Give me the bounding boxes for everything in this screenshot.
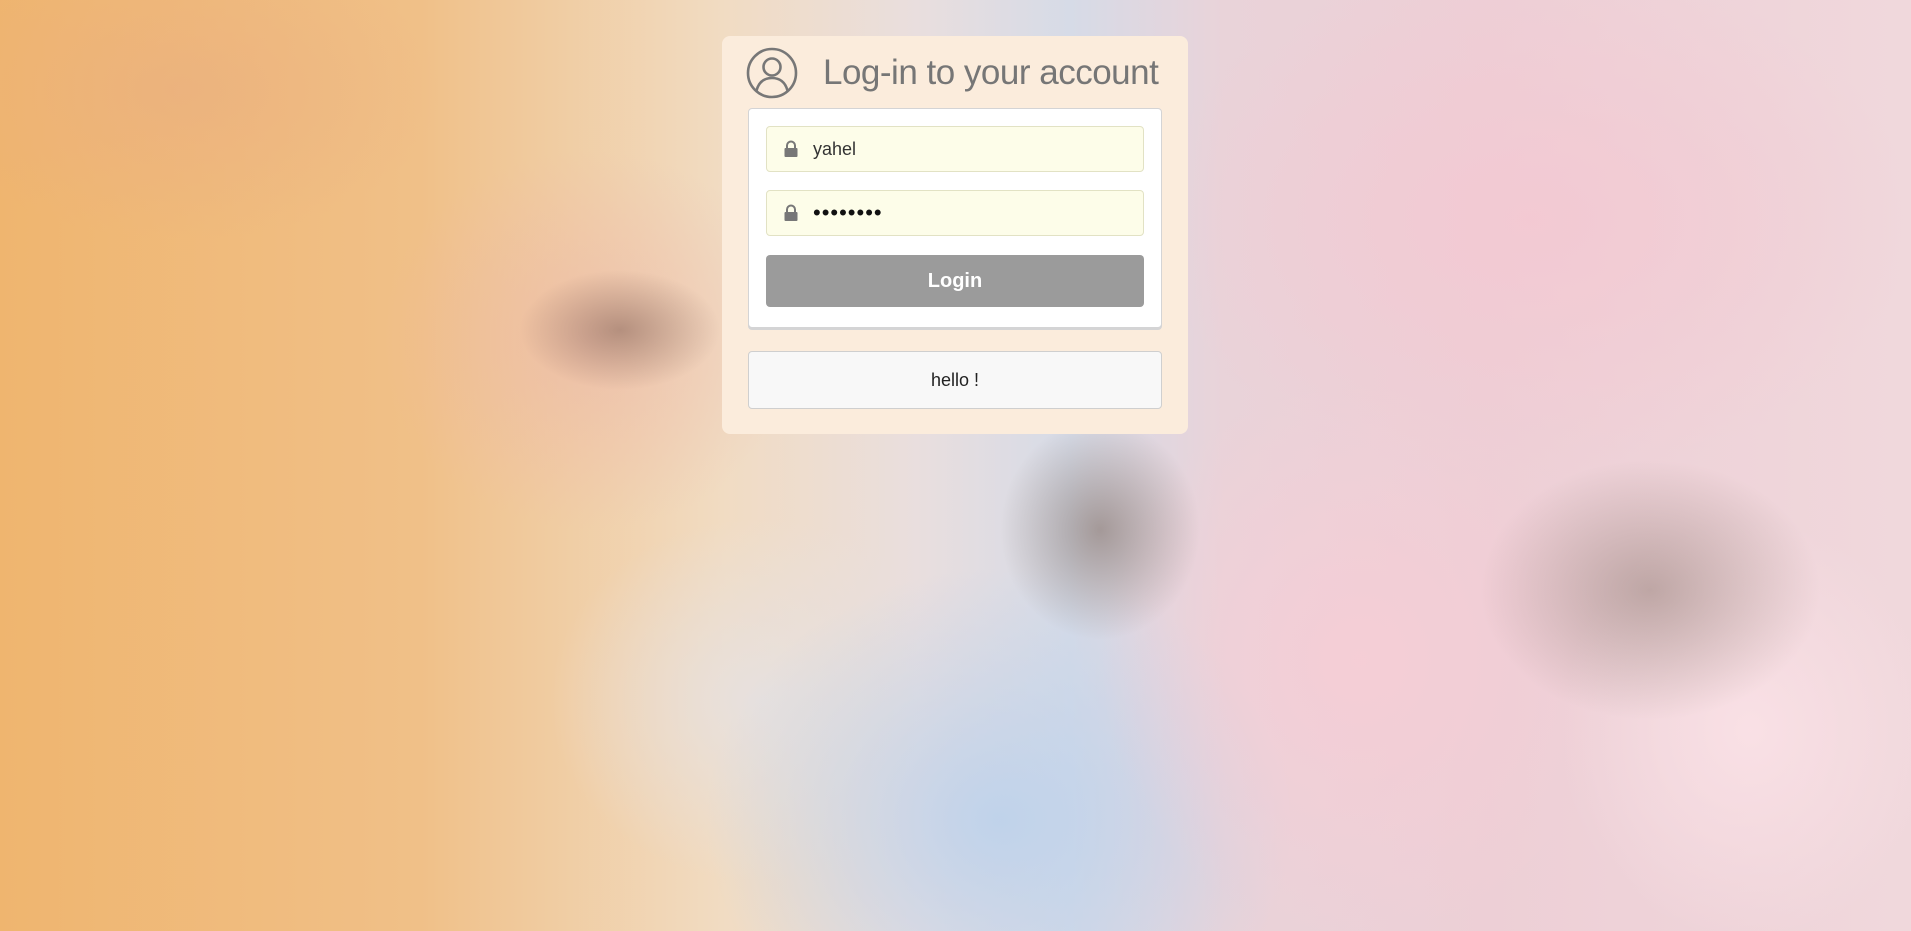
lock-icon [784, 140, 798, 157]
username-field[interactable]: yahel [766, 126, 1144, 172]
login-header: Log-in to your account [746, 46, 1166, 100]
login-button[interactable]: Login [766, 255, 1144, 307]
tree-branch [520, 270, 720, 390]
password-value: •••••••• [813, 200, 883, 225]
login-card: Log-in to your account yahel •••••••• Lo… [722, 36, 1188, 434]
page-title: Log-in to your account [823, 53, 1159, 92]
lock-icon [784, 204, 798, 221]
blossom-cluster [0, 0, 440, 240]
password-field[interactable]: •••••••• [766, 190, 1144, 236]
user-circle-icon [746, 47, 798, 99]
message-box: hello ! [748, 351, 1162, 409]
tree-trunk [1480, 460, 1820, 720]
tree-trunk [1000, 420, 1200, 640]
login-form: yahel •••••••• Login [748, 108, 1162, 328]
username-value: yahel [813, 138, 857, 159]
